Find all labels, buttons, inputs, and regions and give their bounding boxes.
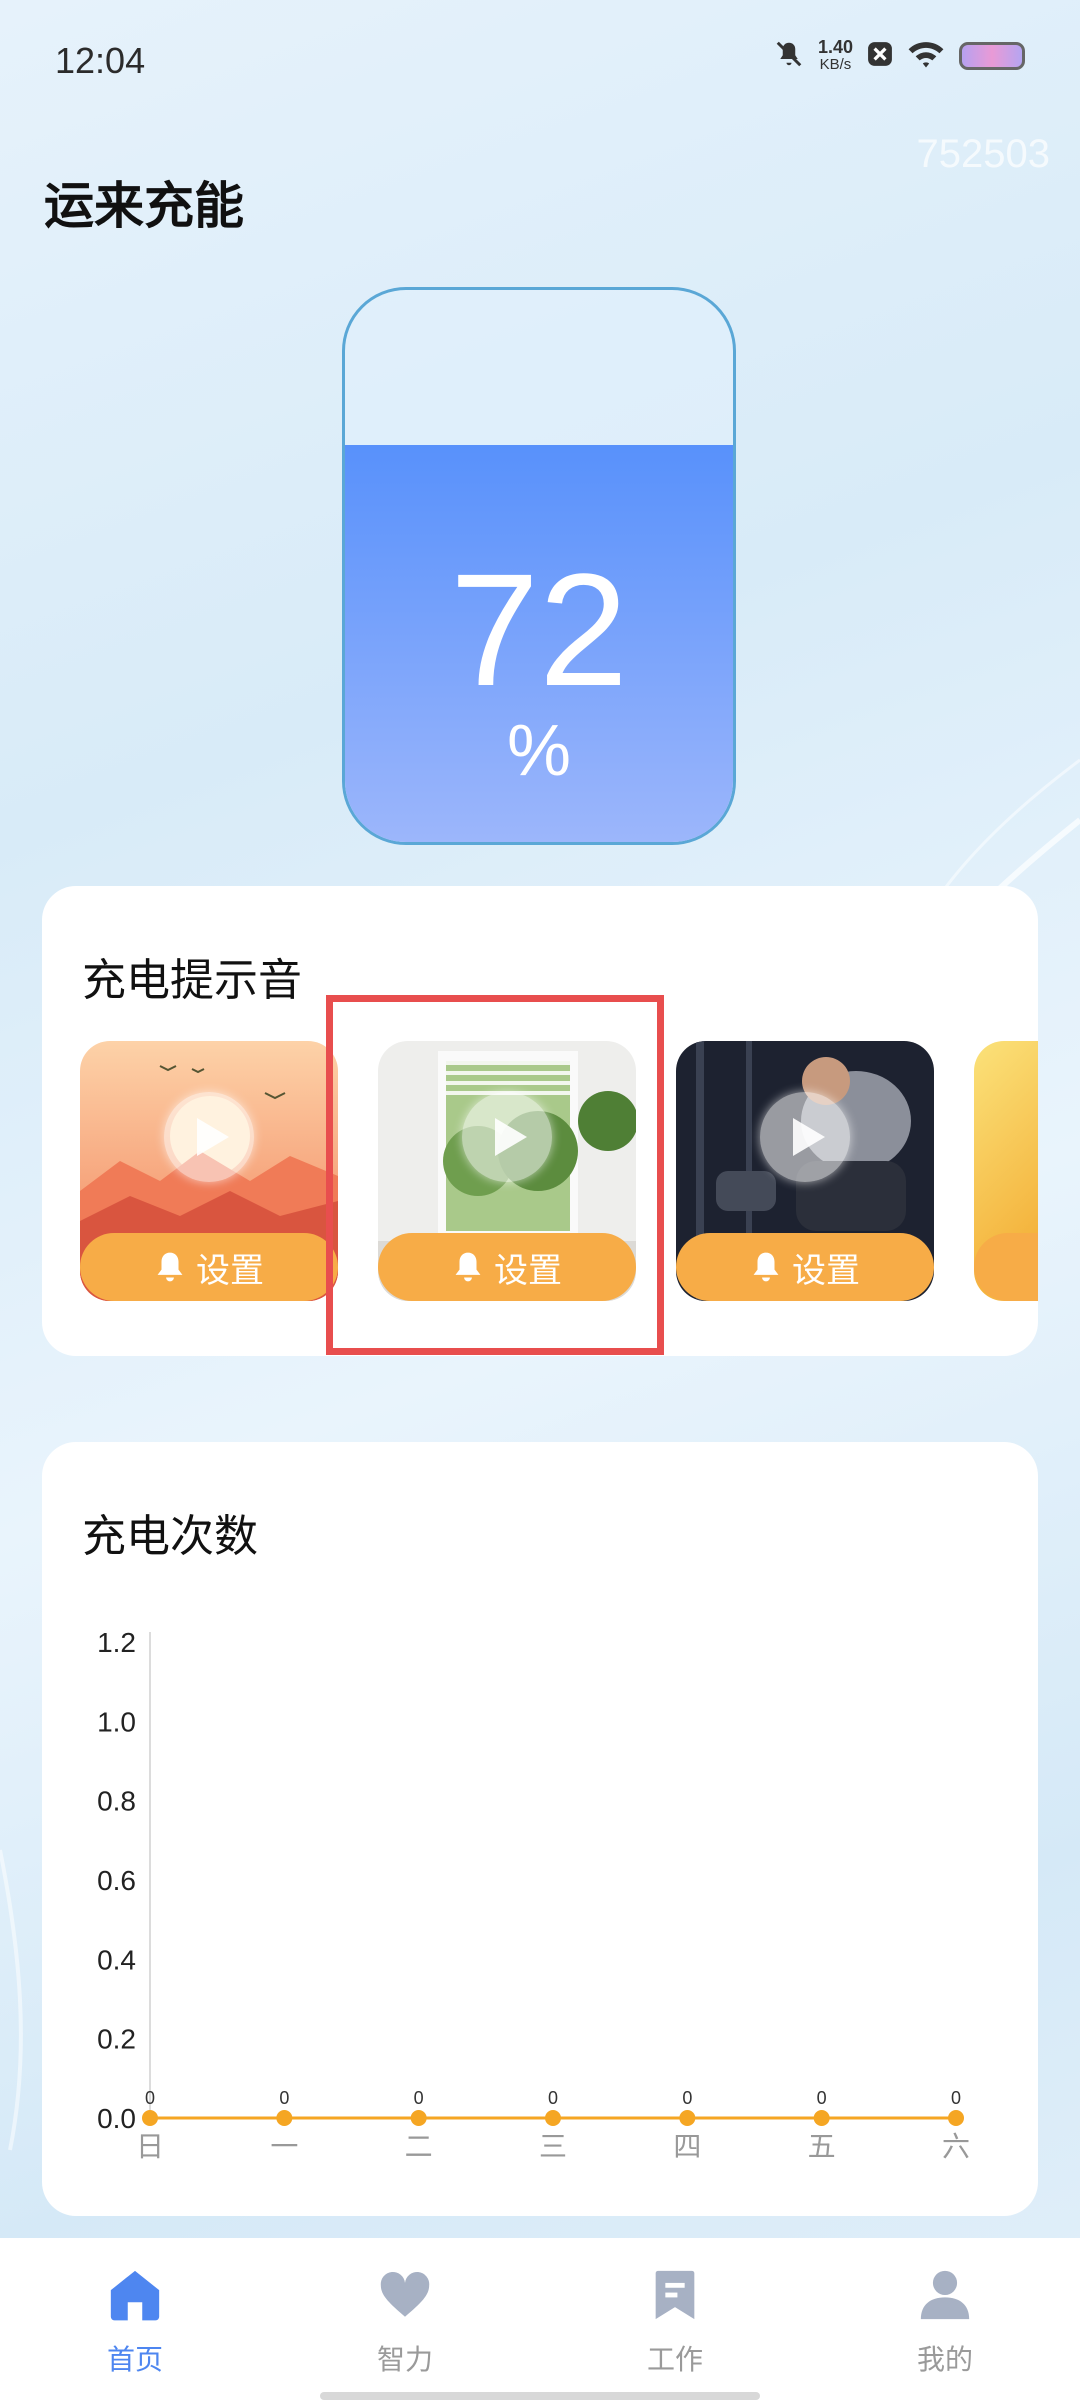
data-label: 0 (817, 2088, 827, 2108)
tab-home[interactable]: 首页 (55, 2266, 215, 2378)
bottom-tab-bar: 首页 智力 工作 我的 (0, 2238, 1080, 2408)
charge-count-card: 充电次数 0.0 0.2 0.4 0.6 0.8 1.0 1.2 日一二三四五六 0 0 0 0 0 0 0 (42, 1442, 1038, 2216)
data-point (948, 2110, 964, 2126)
battery-percent-unit: % (506, 711, 572, 791)
sound-item[interactable]: 设置 (80, 1041, 338, 1301)
y-tick-label: 0.0 (97, 2103, 136, 2134)
data-point (142, 2110, 158, 2126)
heart-icon (380, 2271, 430, 2317)
close-notification-icon (867, 41, 893, 71)
y-tick-label: 1.2 (97, 1627, 136, 1658)
sound-item[interactable]: 设置 (974, 1041, 1038, 1301)
set-sound-button[interactable]: 设置 (974, 1233, 1038, 1301)
tab-intelligence[interactable]: 智力 (325, 2266, 485, 2378)
status-time: 12:04 (55, 40, 146, 81)
x-tick-label: 二 (405, 2130, 433, 2163)
tab-intelligence-label: 智力 (376, 2343, 433, 2376)
status-bar: 12:04 1.40 KB/s (0, 0, 1080, 120)
charging-sound-title: 充电提示音 (82, 955, 302, 1006)
bell-icon (157, 1252, 183, 1282)
x-tick-label: 日 (136, 2130, 164, 2163)
data-label: 0 (548, 2088, 558, 2108)
watermark: 752503 (916, 132, 1050, 176)
set-sound-label: 设置 (792, 1250, 860, 1291)
data-label: 0 (145, 2088, 155, 2108)
y-tick-label: 0.6 (97, 1865, 136, 1896)
page-title: 运来充能 (44, 177, 244, 235)
net-speed-value: 1.40 (817, 37, 853, 57)
mute-bell-icon (774, 39, 804, 73)
y-tick-label: 0.4 (97, 1944, 136, 1975)
tab-work-label: 工作 (646, 2343, 703, 2376)
play-icon[interactable] (164, 1092, 254, 1182)
bell-icon (753, 1252, 779, 1282)
data-label: 0 (951, 2088, 961, 2108)
net-speed: 1.40 KB/s (818, 38, 853, 74)
home-icon (110, 2270, 160, 2321)
bookmark-icon (655, 2270, 695, 2320)
data-label: 0 (279, 2088, 289, 2108)
x-tick-label: 五 (808, 2130, 836, 2163)
tab-mine-label: 我的 (916, 2343, 973, 2376)
battery-level-tank: 72 % (342, 287, 736, 845)
set-sound-button[interactable]: 设置 (80, 1233, 338, 1301)
data-point (276, 2110, 293, 2126)
set-sound-button[interactable]: 设置 (676, 1233, 934, 1301)
tab-mine[interactable]: 我的 (865, 2266, 1025, 2378)
tab-work[interactable]: 工作 (595, 2266, 755, 2378)
net-speed-unit: KB/s (819, 56, 852, 73)
wifi-icon (907, 39, 945, 73)
y-tick-label: 0.2 (97, 2024, 136, 2055)
tab-home-label: 首页 (106, 2343, 163, 2376)
data-point (679, 2110, 696, 2126)
status-icons: 1.40 KB/s (774, 38, 1025, 74)
home-indicator (320, 2392, 760, 2400)
x-tick-label: 一 (270, 2130, 298, 2163)
x-tick-label: 三 (539, 2130, 567, 2163)
data-point (813, 2110, 830, 2126)
y-tick-label: 1.0 (97, 1706, 136, 1737)
x-tick-label: 六 (942, 2130, 970, 2163)
selection-highlight (326, 995, 664, 1355)
data-label: 0 (682, 2088, 692, 2108)
data-point (410, 2110, 427, 2126)
x-tick-label: 四 (673, 2130, 701, 2163)
data-label: 0 (414, 2088, 424, 2108)
charge-count-chart: 0.0 0.2 0.4 0.6 0.8 1.0 1.2 日 一 二 三 四 五 六 0 0 0 0 0 0 0 (97, 1627, 970, 2163)
play-icon[interactable] (760, 1092, 850, 1182)
user-icon (920, 2270, 970, 2320)
battery-percent: 72 (450, 540, 628, 719)
data-point (545, 2110, 561, 2126)
battery-icon (959, 42, 1025, 70)
set-sound-label: 设置 (196, 1250, 264, 1291)
y-tick-label: 0.8 (97, 1786, 136, 1817)
sound-item[interactable]: 设置 (676, 1041, 934, 1301)
